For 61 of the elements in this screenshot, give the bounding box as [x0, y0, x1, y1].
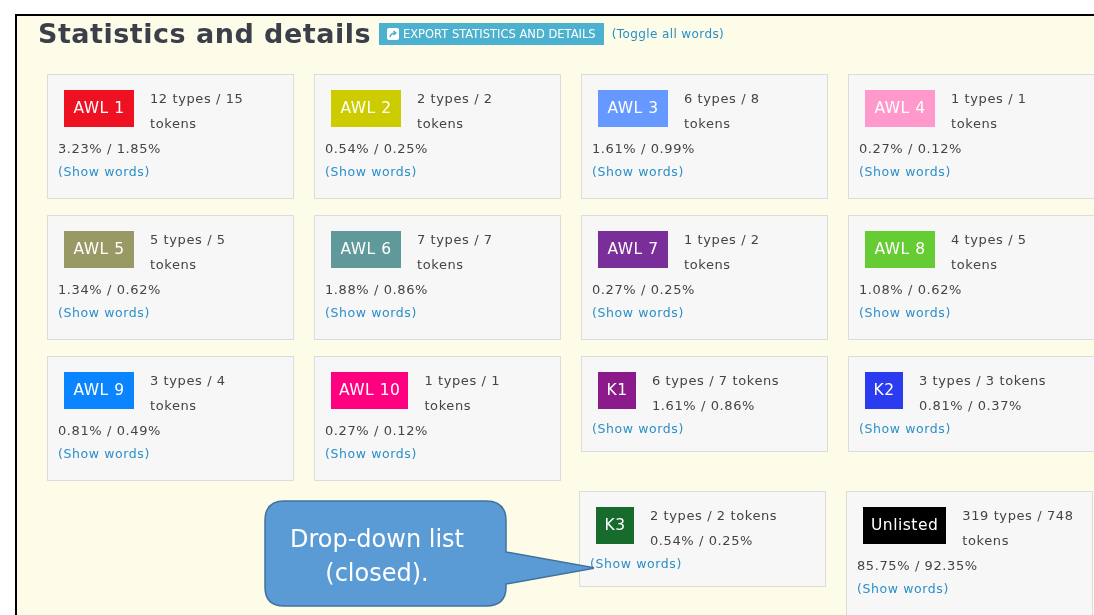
- types-tokens-text: 3 types / 3 tokens: [919, 372, 1047, 391]
- percentage-text: 1.88% / 0.86%: [325, 281, 430, 300]
- show-words-link[interactable]: (Show words): [592, 304, 684, 324]
- percentage-text: 0.54% / 0.25%: [325, 140, 430, 159]
- show-words-link[interactable]: (Show words): [58, 304, 150, 324]
- types-tokens-text: 1 types / 2 tokens: [684, 231, 761, 275]
- show-words-link[interactable]: (Show words): [58, 445, 150, 465]
- percentage-text: 0.27% / 0.12%: [325, 422, 430, 441]
- callout-text: Drop-down list (closed).: [288, 524, 465, 589]
- level-badge: AWL 9: [64, 372, 134, 410]
- percentage-text: 1.34% / 0.62%: [58, 281, 163, 300]
- show-words-link[interactable]: (Show words): [592, 420, 684, 440]
- show-words-link[interactable]: (Show words): [325, 445, 417, 465]
- types-tokens-text: 12 types / 15 tokens: [150, 90, 245, 134]
- percentage-text: 85.75% / 92.35%: [857, 557, 979, 576]
- level-badge: AWL 5: [64, 231, 134, 269]
- level-badge: AWL 1: [64, 90, 134, 128]
- percentage-text: 1.08% / 0.62%: [859, 281, 964, 300]
- show-words-link[interactable]: (Show words): [859, 163, 951, 183]
- show-words-link[interactable]: (Show words): [325, 304, 417, 324]
- level-badge: K2: [865, 372, 903, 410]
- show-words-link[interactable]: (Show words): [590, 555, 682, 575]
- percentage-text: 0.81% / 0.49%: [58, 422, 163, 441]
- level-badge: AWL 3: [598, 90, 668, 128]
- percentage-text: 1.61% / 0.86%: [652, 397, 757, 416]
- types-tokens-text: 6 types / 8 tokens: [684, 90, 761, 134]
- show-words-link[interactable]: (Show words): [859, 304, 951, 324]
- percentage-text: 0.81% / 0.37%: [919, 397, 1024, 416]
- percentage-text: 0.54% / 0.25%: [650, 532, 755, 551]
- level-badge: AWL 6: [331, 231, 401, 269]
- section-title: Statistics and details: [38, 18, 371, 51]
- show-words-link[interactable]: (Show words): [592, 163, 684, 183]
- level-badge: AWL 4: [865, 90, 935, 128]
- types-tokens-text: 6 types / 7 tokens: [652, 372, 780, 391]
- types-tokens-text: 5 types / 5 tokens: [150, 231, 227, 275]
- show-words-link[interactable]: (Show words): [325, 163, 417, 183]
- level-badge: K3: [596, 507, 634, 545]
- show-words-link[interactable]: (Show words): [58, 163, 150, 183]
- types-tokens-text: 1 types / 1 tokens: [424, 372, 502, 416]
- level-badge: AWL 10: [331, 372, 409, 410]
- percentage-text: 3.23% / 1.85%: [58, 140, 163, 159]
- show-words-link[interactable]: (Show words): [859, 420, 951, 440]
- level-badge: AWL 2: [331, 90, 401, 128]
- show-words-link[interactable]: (Show words): [857, 580, 949, 600]
- percentage-text: 0.27% / 0.12%: [859, 140, 964, 159]
- level-badge: Unlisted: [863, 507, 947, 545]
- level-badge: AWL 8: [865, 231, 935, 269]
- types-tokens-text: 7 types / 7 tokens: [417, 231, 494, 275]
- toggle-words-link[interactable]: (Toggle all words): [611, 25, 725, 44]
- percentage-text: 0.27% / 0.25%: [592, 281, 697, 300]
- types-tokens-text: 2 types / 2 tokens: [417, 90, 494, 134]
- level-badge: AWL 7: [598, 231, 668, 269]
- types-tokens-text: 4 types / 5 tokens: [951, 231, 1028, 275]
- types-tokens-text: 1 types / 1 tokens: [951, 90, 1028, 134]
- types-tokens-text: 3 types / 4 tokens: [150, 372, 227, 416]
- percentage-text: 1.61% / 0.99%: [592, 140, 697, 159]
- level-badge: K1: [598, 372, 636, 410]
- types-tokens-text: 319 types / 748 tokens: [962, 507, 1075, 551]
- export-icon: [386, 28, 399, 41]
- types-tokens-text: 2 types / 2 tokens: [650, 507, 778, 526]
- export-button[interactable]: EXPORT STATISTICS AND DETAILS: [378, 23, 604, 46]
